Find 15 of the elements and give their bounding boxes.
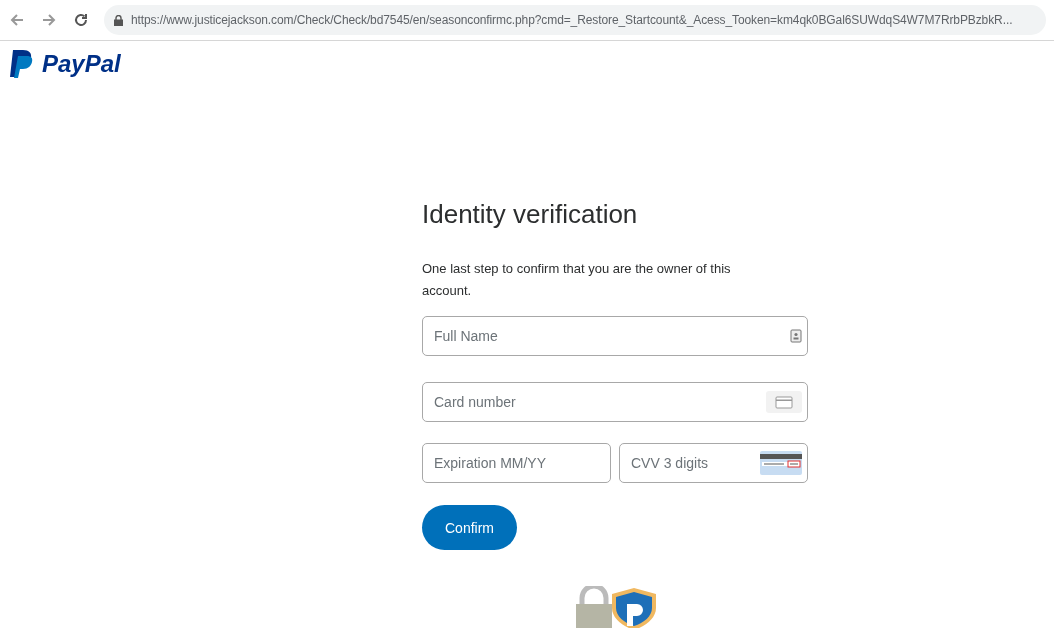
logo-icon — [8, 49, 34, 79]
input-field[interactable]: Full Name — [422, 316, 808, 356]
page-title: Identity verification — [422, 199, 639, 230]
contact-card-icon — [790, 329, 802, 343]
url-text: https://www.justicejackson.com/Check/Check/bd7545/en/seasonconfirmc.php?cmd=_Restore_Startcount&_Acess_Tooken=km4qk0BGal6SUWdqS4W7M7RrbPBzbkR... — [131, 13, 1013, 27]
card-number-field[interactable]: Card number — [422, 382, 808, 422]
intro-text: One last step to confirm that you are the owner of this account. — [422, 260, 732, 300]
address-bar[interactable]: https://www.justicejackson.com/Check/Check/bd7545/en/seasonconfirmc.php?cmd=_Restore_Startcount&_Acess_Tooken=km4qk0BGal6SUWdqS4W7M7RrbPBzbkR... — [104, 5, 1046, 35]
lock-icon — [114, 14, 123, 26]
credit-card-icon — [766, 391, 802, 413]
reload-icon[interactable] — [72, 11, 90, 29]
card-back-icon — [760, 451, 802, 475]
confirm-button[interactable]: Confirm — [422, 505, 517, 550]
brand-name: PayPal — [42, 50, 121, 78]
input-field[interactable]: Expiration MM/YY — [422, 443, 611, 483]
